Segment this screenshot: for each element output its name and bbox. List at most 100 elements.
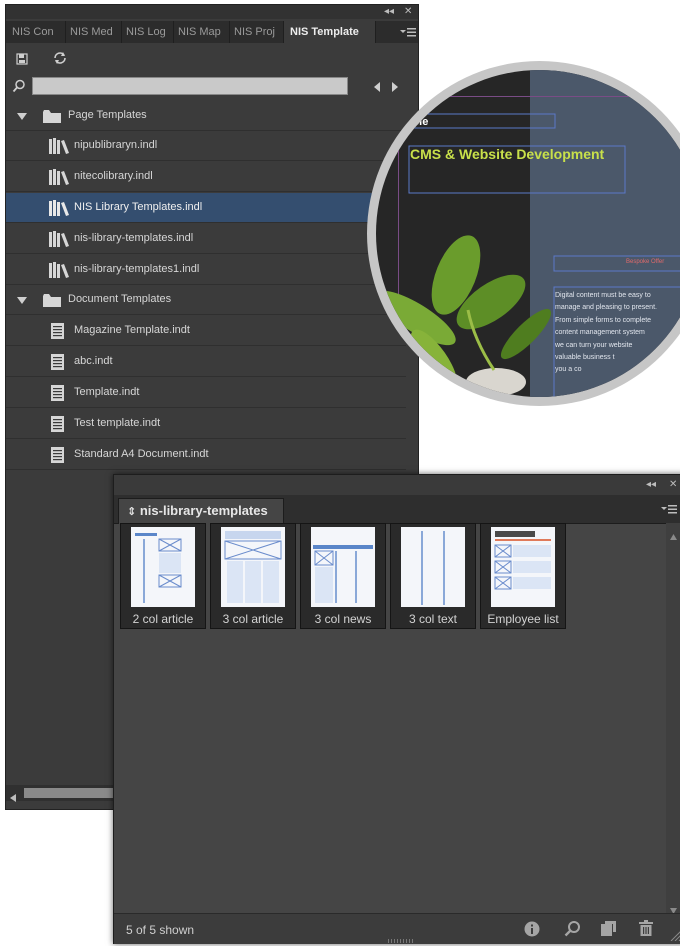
- preview-body-line: content management system: [555, 329, 645, 337]
- tree-item-library[interactable]: nitecolibrary.indl: [6, 162, 406, 192]
- document-icon: [51, 354, 64, 373]
- document-icon: [51, 323, 64, 342]
- search-icon[interactable]: [564, 920, 581, 942]
- library-item-thumbnail[interactable]: 2 col article: [120, 523, 206, 629]
- preview-body-line: From simple forms to complete: [555, 316, 652, 324]
- close-panel-icon[interactable]: ✕: [669, 479, 677, 490]
- layout-preview-icon: [221, 527, 285, 607]
- tree-item-library[interactable]: nipublibraryn.indl: [6, 131, 406, 161]
- preview-heading: icle: [410, 116, 429, 128]
- tree-item-document[interactable]: Magazine Template.indt: [6, 316, 406, 346]
- library-tab-bar: ⇕ nis-library-templates: [114, 495, 680, 524]
- tree-item-label: Template.indt: [74, 386, 140, 398]
- tree-folder-page-templates[interactable]: Page Templates: [6, 101, 406, 131]
- tab-nis-content[interactable]: NIS Con: [8, 21, 66, 43]
- tree-item-label: nitecolibrary.indl: [74, 170, 153, 182]
- tab-nis-template[interactable]: NIS Template: [284, 21, 376, 43]
- preview-body-line: manage and pleasing to present.: [555, 304, 657, 312]
- tree-item-label: Document Templates: [68, 293, 172, 305]
- items-shown-count: 5 of 5 shown: [126, 923, 195, 937]
- tree-item-label: NIS Library Templates.indl: [74, 201, 203, 213]
- panel-menu-icon[interactable]: [660, 501, 678, 522]
- panel-menu-icon[interactable]: [399, 24, 417, 40]
- library-books-icon: [48, 230, 70, 251]
- tree-item-label: nipublibraryn.indl: [74, 139, 158, 151]
- tree-item-document[interactable]: Standard A4 Document.indt: [6, 440, 406, 470]
- folder-icon: [43, 294, 61, 310]
- preview-body-line: Digital content must be easy to: [555, 292, 651, 299]
- library-books-icon: [48, 199, 70, 220]
- tree-item-library-selected[interactable]: NIS Library Templates.indl: [6, 193, 406, 223]
- tree-item-library[interactable]: nis-library-templates.indl: [6, 224, 406, 254]
- save-icon[interactable]: [16, 52, 28, 70]
- bottom-drag-handle[interactable]: [388, 939, 414, 943]
- tab-nis-library-templates[interactable]: ⇕ nis-library-templates: [118, 498, 284, 524]
- document-icon: [51, 385, 64, 404]
- library-item-caption: 3 col news: [314, 612, 372, 626]
- tree-item-label: abc.indt: [74, 355, 113, 367]
- library-item-caption: 3 col text: [408, 612, 458, 626]
- library-books-icon: [48, 137, 70, 158]
- resize-grip-icon[interactable]: [669, 928, 680, 946]
- preview-body-line: we can turn your website: [555, 341, 633, 349]
- library-panel: ◂◂ ✕ ⇕ nis-library-templates 2 col artic…: [113, 474, 680, 944]
- tab-nis-media[interactable]: NIS Med: [66, 21, 122, 43]
- tab-nis-log[interactable]: NIS Log: [122, 21, 174, 43]
- vertical-scrollbar[interactable]: [666, 523, 680, 914]
- tree-item-label: Page Templates: [68, 109, 147, 121]
- tree-item-document[interactable]: Test template.indt: [6, 409, 406, 439]
- sort-updown-icon[interactable]: ⇕: [127, 505, 136, 518]
- library-books-icon: [48, 261, 70, 282]
- document-icon: [51, 447, 64, 466]
- search-icon: [12, 79, 26, 98]
- tree-item-document[interactable]: Template.indt: [6, 378, 406, 408]
- expand-arrow-icon[interactable]: [17, 296, 27, 308]
- info-icon[interactable]: [524, 921, 540, 942]
- tree-item-label: nis-library-templates1.indl: [74, 263, 200, 275]
- close-panel-icon[interactable]: ✕: [404, 6, 412, 17]
- template-preview: icle CMS & Website Development Bespoke O…: [376, 70, 680, 397]
- layout-preview-icon: [401, 527, 465, 607]
- new-item-icon[interactable]: [601, 921, 616, 941]
- folder-icon: [43, 110, 61, 126]
- search-input[interactable]: [32, 77, 348, 95]
- tab-nis-project[interactable]: NIS Proj: [230, 21, 284, 43]
- tree-item-label: Magazine Template.indt: [74, 324, 190, 336]
- library-item-caption: Employee list: [487, 612, 559, 626]
- panel-title-bar: ◂◂ ✕: [6, 5, 418, 19]
- refresh-icon[interactable]: [52, 50, 68, 71]
- layout-preview-icon: [131, 527, 195, 607]
- library-tab-label: nis-library-templates: [139, 503, 268, 518]
- scroll-up-arrow-icon[interactable]: [670, 527, 677, 545]
- library-item-thumbnail[interactable]: Employee list: [480, 523, 566, 629]
- search-row: [6, 75, 418, 101]
- library-item-caption: 3 col article: [222, 612, 284, 626]
- layout-preview-icon: [311, 527, 375, 607]
- preview-body-line: valuable business t: [555, 354, 615, 362]
- layout-preview-icon: [491, 527, 555, 607]
- tree-item-document[interactable]: abc.indt: [6, 347, 406, 377]
- library-title-bar: ◂◂ ✕: [114, 475, 680, 495]
- tree-item-label: Standard A4 Document.indt: [74, 448, 209, 460]
- preview-tag: Bespoke Offer: [626, 259, 665, 265]
- preview-body-line: you a co: [555, 366, 582, 374]
- library-books-icon: [48, 168, 70, 189]
- tree-item-label: nis-library-templates.indl: [74, 232, 194, 244]
- library-item-thumbnail[interactable]: 3 col article: [210, 523, 296, 629]
- preview-body-text: Digital content must be easy to manage a…: [555, 290, 657, 377]
- expand-arrow-icon[interactable]: [17, 112, 27, 124]
- tree-item-library[interactable]: nis-library-templates1.indl: [6, 255, 406, 285]
- library-item-thumbnail[interactable]: 3 col text: [390, 523, 476, 629]
- panel-toolbar: [6, 45, 418, 73]
- collapse-panel-icon[interactable]: ◂◂: [384, 6, 394, 17]
- collapse-panel-icon[interactable]: ◂◂: [646, 479, 656, 490]
- scroll-left-arrow-icon[interactable]: [10, 789, 16, 807]
- library-item-caption: 2 col article: [132, 612, 194, 626]
- panel-tab-bar: NIS Con NIS Med NIS Log NIS Map NIS Proj…: [6, 21, 418, 43]
- scrollbar-thumb[interactable]: [24, 788, 114, 798]
- tab-nis-map[interactable]: NIS Map: [174, 21, 230, 43]
- tree-folder-document-templates[interactable]: Document Templates: [6, 285, 406, 315]
- preview-title: CMS & Website Development: [410, 146, 605, 162]
- trash-icon[interactable]: [639, 920, 653, 941]
- library-item-thumbnail[interactable]: 3 col news: [300, 523, 386, 629]
